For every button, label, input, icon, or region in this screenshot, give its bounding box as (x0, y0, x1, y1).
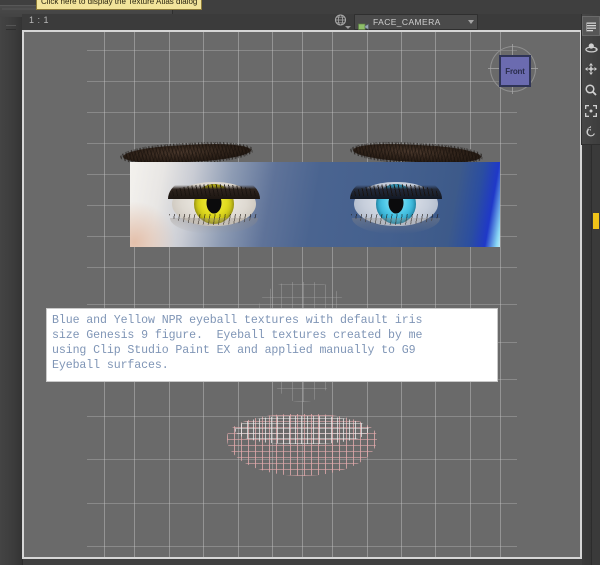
zoom-icon[interactable] (583, 81, 599, 99)
viewport-canvas[interactable]: Front Blue and Yellow NPR eyeball textur… (24, 32, 580, 557)
chevron-down-icon (345, 26, 351, 29)
reset-rotate-icon[interactable] (583, 123, 599, 141)
3d-viewport[interactable]: Front Blue and Yellow NPR eyeball textur… (22, 30, 582, 559)
camera-dropdown[interactable]: FACE_CAMERA (354, 14, 478, 30)
camera-name-label: FACE_CAMERA (373, 17, 441, 27)
left-rail (0, 17, 23, 565)
viewport-tool-palette (581, 14, 600, 145)
left-rail-grip[interactable] (6, 25, 16, 30)
sphere-globe-icon[interactable] (333, 14, 351, 30)
viewport-scrollbar[interactable] (591, 145, 600, 565)
chevron-down-icon (468, 20, 474, 24)
gizmo-face-label: Front (505, 66, 525, 76)
camera-selector-group: FACE_CAMERA (333, 14, 478, 30)
viewport-toolbar: 1 : 1 FACE_CAMERA (22, 14, 582, 30)
frame-fit-icon[interactable] (583, 102, 599, 120)
orbit-icon[interactable] (583, 39, 599, 57)
viewport-options-icon[interactable] (582, 16, 600, 36)
pan-icon[interactable] (583, 60, 599, 78)
view-orientation-gizmo[interactable]: Front (488, 44, 538, 94)
daz-studio-window: Click here to display the Texture Atlas … (0, 0, 600, 565)
description-caption-box: Blue and Yellow NPR eyeball textures wit… (46, 308, 498, 382)
lips-mesh (227, 414, 377, 476)
description-caption-text: Blue and Yellow NPR eyeball textures wit… (52, 314, 423, 372)
eye-left-yellow (168, 173, 260, 234)
eyeball-texture-preview (130, 162, 500, 247)
scrollbar-marker[interactable] (593, 213, 599, 229)
camera-icon (358, 18, 369, 30)
texture-atlas-tooltip: Click here to display the Texture Atlas … (36, 0, 203, 10)
viewport-scale-label: 1 : 1 (29, 15, 50, 25)
gizmo-front-face[interactable]: Front (499, 55, 531, 87)
genesis-9-head-wireframe (87, 32, 517, 557)
eye-right-cyan (350, 173, 442, 234)
